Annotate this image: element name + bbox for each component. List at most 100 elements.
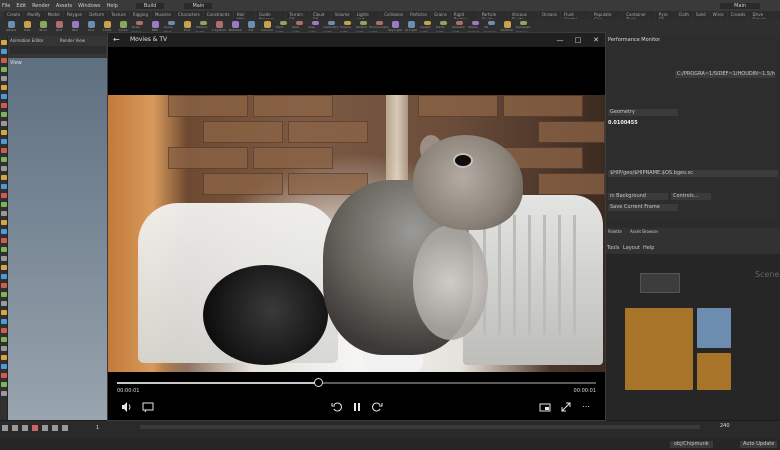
shelf-tab[interactable]: Particle Fluids bbox=[478, 11, 508, 22]
status-path[interactable]: obj/Chipmunk bbox=[670, 441, 713, 448]
tool-icon[interactable] bbox=[1, 364, 7, 369]
subtitles-icon[interactable] bbox=[142, 401, 154, 413]
fullscreen-icon[interactable] bbox=[560, 401, 572, 413]
tool-icon[interactable] bbox=[1, 148, 7, 153]
maximize-icon[interactable]: □ bbox=[573, 35, 583, 45]
tool-icon[interactable] bbox=[1, 301, 7, 306]
tab-palette[interactable]: Palette bbox=[608, 229, 622, 235]
shelf-tab[interactable]: Volume bbox=[331, 11, 353, 19]
pane-tab-render-view[interactable]: Render View bbox=[60, 38, 85, 44]
volume-icon[interactable] bbox=[121, 401, 133, 413]
menu-edit[interactable]: Edit bbox=[16, 3, 26, 9]
tool-icon[interactable] bbox=[1, 274, 7, 279]
menu-assets[interactable]: Assets bbox=[56, 3, 72, 9]
shelf-tab[interactable]: Cloud FX bbox=[309, 11, 331, 22]
shelf-tool-button[interactable]: Null bbox=[68, 20, 82, 35]
save-current-frame-button[interactable]: Save Current Frame bbox=[608, 204, 678, 211]
shelf-tab[interactable]: Texture bbox=[108, 11, 129, 19]
tool-icon[interactable] bbox=[1, 283, 7, 288]
tool-icon[interactable] bbox=[1, 112, 7, 117]
tool-icon[interactable] bbox=[1, 157, 7, 162]
tool-icon[interactable] bbox=[1, 229, 7, 234]
shelf-tool-button[interactable]: Torus bbox=[36, 20, 50, 35]
shelf-tab[interactable]: Constraints bbox=[203, 11, 233, 19]
tool-icon[interactable] bbox=[1, 175, 7, 180]
tool-icon[interactable] bbox=[1, 310, 7, 315]
tool-icon[interactable] bbox=[1, 139, 7, 144]
render-background-button[interactable]: in Background bbox=[608, 193, 668, 200]
tool-icon[interactable] bbox=[1, 121, 7, 126]
shelf-tab[interactable]: Oceans bbox=[539, 11, 560, 19]
net-menu-tools[interactable]: Tools bbox=[607, 245, 619, 252]
shelf-tool-button[interactable]: Tube bbox=[20, 20, 34, 35]
tool-icon[interactable] bbox=[1, 58, 7, 63]
seek-thumb[interactable] bbox=[313, 378, 323, 387]
performance-monitor-tab[interactable]: Performance Monitor bbox=[608, 37, 660, 44]
desktop-select[interactable]: Build bbox=[135, 2, 165, 9]
jump-start-button[interactable] bbox=[2, 425, 8, 431]
shelf-tab[interactable]: Pyro FX bbox=[655, 11, 675, 22]
shelf-tab[interactable]: Solid bbox=[692, 11, 709, 19]
stop-button[interactable] bbox=[32, 425, 38, 431]
pane-tab-animation-editor[interactable]: Animation Editor bbox=[10, 38, 44, 44]
shelf-tab[interactable]: Polygon bbox=[63, 11, 86, 19]
mini-view-icon[interactable] bbox=[539, 401, 551, 413]
tool-icon[interactable] bbox=[1, 346, 7, 351]
network-box-4[interactable] bbox=[640, 273, 680, 293]
more-options-icon[interactable]: ⋯ bbox=[580, 401, 592, 413]
network-box-3[interactable] bbox=[697, 353, 731, 390]
net-menu-layout[interactable]: Layout bbox=[623, 245, 640, 252]
main-select[interactable]: Main bbox=[184, 2, 213, 9]
shelf-tab[interactable]: Create bbox=[4, 11, 24, 19]
shelf-tab[interactable]: Lights and... bbox=[353, 11, 381, 22]
menu-help[interactable]: Help bbox=[106, 3, 117, 9]
frame-end[interactable]: 240 bbox=[720, 423, 730, 430]
play-reverse-button[interactable] bbox=[22, 425, 28, 431]
tab-asset-browser[interactable]: Asset Browser bbox=[630, 229, 658, 235]
shelf-tab[interactable]: Deform bbox=[86, 11, 108, 19]
shelf-tab[interactable]: Model bbox=[44, 11, 63, 19]
timeline[interactable]: 1 240 bbox=[0, 420, 780, 439]
menu-file[interactable]: File bbox=[2, 3, 10, 9]
jump-end-button[interactable] bbox=[62, 425, 68, 431]
controls-button[interactable]: Controls... bbox=[671, 193, 711, 200]
menu-windows[interactable]: Windows bbox=[78, 3, 100, 9]
tool-icon[interactable] bbox=[1, 184, 7, 189]
tool-icon[interactable] bbox=[1, 76, 7, 81]
tool-icon[interactable] bbox=[1, 193, 7, 198]
tool-icon[interactable] bbox=[1, 319, 7, 324]
houdini-path-field[interactable]: C:/PROGRA~1/SIDEF~1/HOUDIN~1.5/houdini bbox=[675, 71, 775, 78]
shelf-tab[interactable]: Populate Con... bbox=[591, 11, 623, 22]
tool-icon[interactable] bbox=[1, 85, 7, 90]
tool-icon[interactable] bbox=[1, 103, 7, 108]
shelf-tab[interactable]: Fluid Contai... bbox=[561, 11, 591, 22]
tool-icon[interactable] bbox=[1, 373, 7, 378]
shelf-tab[interactable]: Collisions bbox=[381, 11, 407, 19]
shelf-tab[interactable]: Hair Utils bbox=[233, 11, 255, 22]
shelf-tab[interactable]: Rigging bbox=[129, 11, 151, 19]
title-bar[interactable]: ← Movies & TV — □ ✕ bbox=[108, 33, 605, 47]
net-menu-help[interactable]: Help bbox=[643, 245, 654, 252]
step-back-button[interactable] bbox=[12, 425, 18, 431]
menu-render[interactable]: Render bbox=[32, 3, 50, 9]
shelf-tool-button[interactable]: Line bbox=[84, 20, 98, 35]
tool-icon[interactable] bbox=[1, 355, 7, 360]
tool-icon[interactable] bbox=[1, 49, 7, 54]
timeline-track[interactable] bbox=[140, 425, 700, 429]
play-button[interactable] bbox=[42, 425, 48, 431]
video-frame[interactable] bbox=[108, 95, 605, 372]
tool-icon[interactable] bbox=[1, 166, 7, 171]
tool-icon[interactable] bbox=[1, 220, 7, 225]
network-box-2[interactable] bbox=[697, 308, 731, 348]
pause-icon[interactable] bbox=[351, 401, 363, 413]
tool-icon[interactable] bbox=[1, 238, 7, 243]
auto-update-button[interactable]: Auto Update bbox=[740, 441, 778, 448]
tool-icon[interactable] bbox=[1, 328, 7, 333]
output-file-field[interactable]: $HIP/geo/$HIPNAME.$OS.bgeo.sc bbox=[608, 170, 778, 177]
shelf-tool-button[interactable]: Grid bbox=[52, 20, 66, 35]
shelf-tab[interactable]: Modify bbox=[24, 11, 44, 19]
skip-forward-icon[interactable] bbox=[371, 401, 383, 413]
tool-icon[interactable] bbox=[1, 202, 7, 207]
shelf-tab[interactable]: Rigid Bodies bbox=[450, 11, 478, 22]
tool-icon[interactable] bbox=[1, 211, 7, 216]
